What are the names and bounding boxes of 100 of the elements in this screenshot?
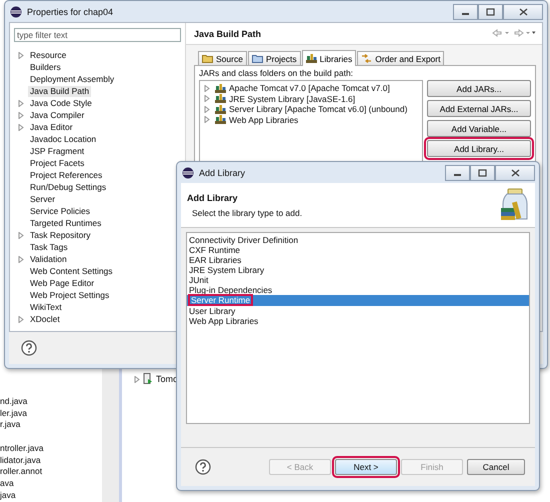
library-type-row[interactable]: CXF Runtime <box>187 245 529 255</box>
expand-icon[interactable] <box>18 232 24 238</box>
maximize-icon <box>486 8 495 16</box>
expand-icon[interactable] <box>204 106 210 113</box>
library-type-row[interactable]: Web App Libraries <box>187 316 529 326</box>
expand-icon[interactable] <box>18 124 24 130</box>
wizard-button[interactable]: Cancel <box>467 459 525 475</box>
dialog-heading: Add Library <box>187 192 239 202</box>
file-name[interactable]: ler.java <box>0 408 27 418</box>
category-item[interactable]: Task Tags <box>28 242 70 252</box>
category-item[interactable]: Validation <box>28 254 69 264</box>
category-item[interactable]: Resource <box>28 50 68 60</box>
category-item[interactable]: JSP Fragment <box>28 146 86 156</box>
minimize-button[interactable] <box>445 164 470 180</box>
tab[interactable]: Order and Export <box>357 51 444 65</box>
library-type-row[interactable]: JRE System Library <box>187 265 529 275</box>
close-icon <box>510 168 520 176</box>
library-item[interactable]: Web App Libraries <box>229 114 298 125</box>
category-item[interactable]: Project References <box>28 170 104 180</box>
category-item[interactable]: Java Compiler <box>28 110 86 120</box>
expand-icon[interactable] <box>18 316 24 322</box>
library-icon <box>215 115 226 124</box>
tab[interactable]: Source <box>198 51 247 65</box>
category-item[interactable]: Project Facets <box>28 158 86 168</box>
library-type-name: JRE System Library <box>189 265 264 275</box>
maximize-button[interactable] <box>470 164 495 180</box>
library-item[interactable]: Apache Tomcat v7.0 [Apache Tomcat v7.0] <box>229 83 390 94</box>
close-button[interactable] <box>495 164 535 180</box>
library-type-row[interactable]: Connectivity Driver Definition <box>187 235 529 245</box>
category-item[interactable]: XDoclet <box>28 314 62 324</box>
expand-icon[interactable] <box>18 100 24 106</box>
action-button[interactable]: Add External JARs... <box>427 100 531 117</box>
file-name[interactable]: roller.annot <box>0 466 42 476</box>
expand-icon[interactable] <box>18 52 24 58</box>
tab[interactable]: Libraries <box>302 50 356 66</box>
action-button[interactable]: Add JARs... <box>427 80 531 97</box>
file-name[interactable]: lidator.java <box>0 454 41 465</box>
library-type-row[interactable]: Server Runtime <box>187 295 529 306</box>
file-name[interactable]: ntroller.java <box>0 443 44 454</box>
library-type-name: User Library <box>189 306 236 316</box>
library-icon <box>215 84 226 93</box>
library-icon <box>306 54 317 63</box>
dialog-description: Select the library type to add. <box>191 208 302 218</box>
library-type-row[interactable]: User Library <box>187 306 529 316</box>
category-item[interactable]: WikiText <box>28 302 64 312</box>
tree-item[interactable]: Tomc <box>156 374 178 384</box>
maximize-button[interactable] <box>478 4 503 20</box>
file-name[interactable]: ava <box>0 478 14 488</box>
library-item[interactable]: Server Library [Apache Tomcat v6.0] (unbound) <box>229 104 408 114</box>
category-item[interactable]: Java Editor <box>28 122 75 132</box>
server-icon <box>143 373 153 385</box>
expand-icon[interactable] <box>18 256 24 262</box>
eclipse-icon <box>10 6 22 18</box>
expand-icon[interactable] <box>18 112 24 118</box>
category-item[interactable]: Web Project Settings <box>28 290 112 300</box>
expand-icon[interactable] <box>204 95 210 102</box>
wizard-button[interactable]: Next > <box>335 459 397 475</box>
library-type-name: Connectivity Driver Definition <box>189 235 298 245</box>
expand-icon[interactable] <box>134 376 140 382</box>
order-arrows-icon <box>361 54 372 63</box>
library-type-row[interactable]: Plug-in Dependencies <box>187 285 529 295</box>
library-icon <box>215 104 226 114</box>
category-item[interactable]: Web Page Editor <box>28 278 96 288</box>
library-type-name: EAR Libraries <box>189 255 242 265</box>
category-item[interactable]: Targeted Runtimes <box>28 218 104 228</box>
category-item[interactable]: Java Code Style <box>28 98 94 108</box>
file-name[interactable]: r.java <box>0 419 20 430</box>
navigation-arrows-icon[interactable] <box>492 29 536 37</box>
category-item[interactable]: Builders <box>28 62 63 72</box>
category-item[interactable]: Run/Debug Settings <box>28 182 108 192</box>
eclipse-icon <box>182 166 194 178</box>
source-folder-icon <box>202 54 213 63</box>
category-item[interactable]: Web Content Settings <box>28 266 115 276</box>
category-item[interactable]: Java Build Path <box>28 86 92 96</box>
file-name[interactable]: nd.java <box>0 396 28 406</box>
window-title: Properties for chap04 <box>27 6 114 16</box>
library-jar-icon <box>499 188 529 222</box>
minimize-button[interactable] <box>453 4 478 20</box>
category-item[interactable]: Service Policies <box>28 206 92 216</box>
dialog-title: Add Library <box>199 168 246 178</box>
action-button[interactable]: Add Variable... <box>427 120 531 137</box>
file-name[interactable]: java <box>0 490 16 500</box>
category-item[interactable]: Javadoc Location <box>28 134 98 144</box>
help-icon[interactable] <box>21 340 37 356</box>
expand-icon[interactable] <box>204 116 210 124</box>
help-icon[interactable] <box>195 459 211 475</box>
library-type-row[interactable]: EAR Libraries <box>187 255 529 265</box>
category-item[interactable]: Task Repository <box>28 230 92 240</box>
action-button[interactable]: Add Library... <box>427 140 531 157</box>
close-button[interactable] <box>503 4 543 20</box>
tab[interactable]: Projects <box>248 51 301 65</box>
library-type-row[interactable]: JUnit <box>187 275 529 285</box>
filter-field[interactable]: type filter text <box>14 28 181 42</box>
list-label: JARs and class folders on the build path: <box>199 68 354 78</box>
library-item[interactable]: JRE System Library [JavaSE-1.6] <box>229 94 356 104</box>
category-item[interactable]: Deployment Assembly <box>28 74 116 84</box>
expand-icon[interactable] <box>204 84 210 92</box>
library-type-name: CXF Runtime <box>189 245 240 255</box>
category-item[interactable]: Server <box>28 194 58 204</box>
library-type-name: Web App Libraries <box>189 316 258 326</box>
